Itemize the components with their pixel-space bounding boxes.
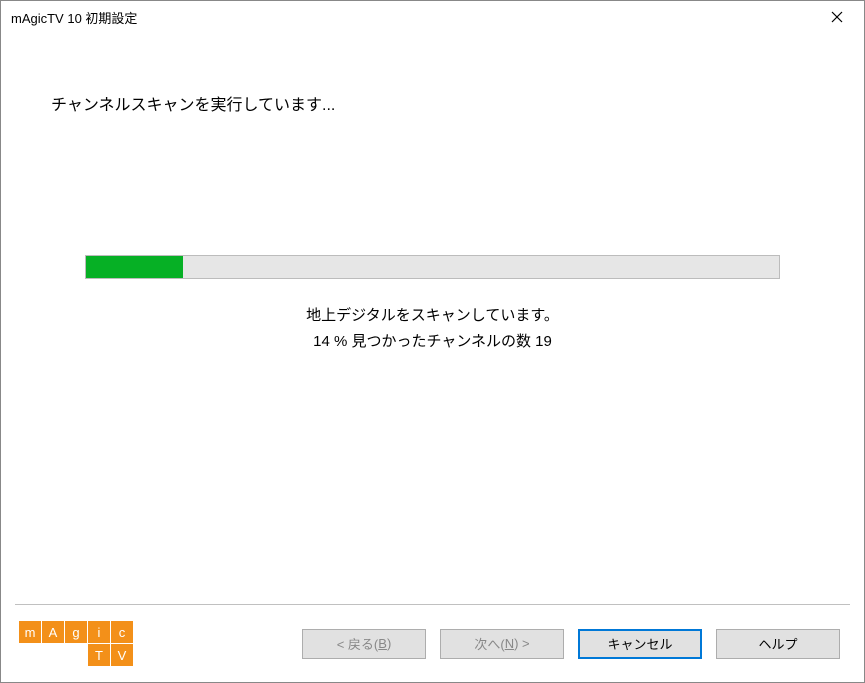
logo-cell: i [88,621,110,643]
progress-fill [86,256,183,278]
logo-cell: m [19,621,41,643]
status-line-2: 14 % 見つかったチャンネルの数 19 [85,329,780,355]
content-area: チャンネルスキャンを実行しています... 地上デジタルをスキャンしています。 1… [1,33,864,604]
next-button: 次へ(N) > [440,629,564,659]
page-heading: チャンネルスキャンを実行しています... [51,91,814,115]
logo-cell: T [88,644,110,666]
progress-bar [85,255,780,279]
status-text: 地上デジタルをスキャンしています。 14 % 見つかったチャンネルの数 19 [85,303,780,354]
logo: m A g i c T V [19,621,133,666]
logo-cell: A [42,621,64,643]
logo-row-2: T V [19,644,133,666]
logo-cell: g [65,621,87,643]
footer: m A g i c T V < 戻る(B) 次へ(N) > キャンセル ヘルプ [15,604,850,682]
titlebar: mAgicTV 10 初期設定 [1,1,864,33]
help-button[interactable]: ヘルプ [716,629,840,659]
button-row: < 戻る(B) 次へ(N) > キャンセル ヘルプ [302,629,840,659]
status-line-1: 地上デジタルをスキャンしています。 [85,303,780,329]
close-button[interactable] [814,3,860,31]
close-icon [831,11,843,23]
progress-container: 地上デジタルをスキャンしています。 14 % 見つかったチャンネルの数 19 [51,255,814,354]
cancel-button[interactable]: キャンセル [578,629,702,659]
logo-cell: V [111,644,133,666]
logo-row-1: m A g i c [19,621,133,643]
window-title: mAgicTV 10 初期設定 [11,8,137,27]
logo-cell: c [111,621,133,643]
back-button: < 戻る(B) [302,629,426,659]
